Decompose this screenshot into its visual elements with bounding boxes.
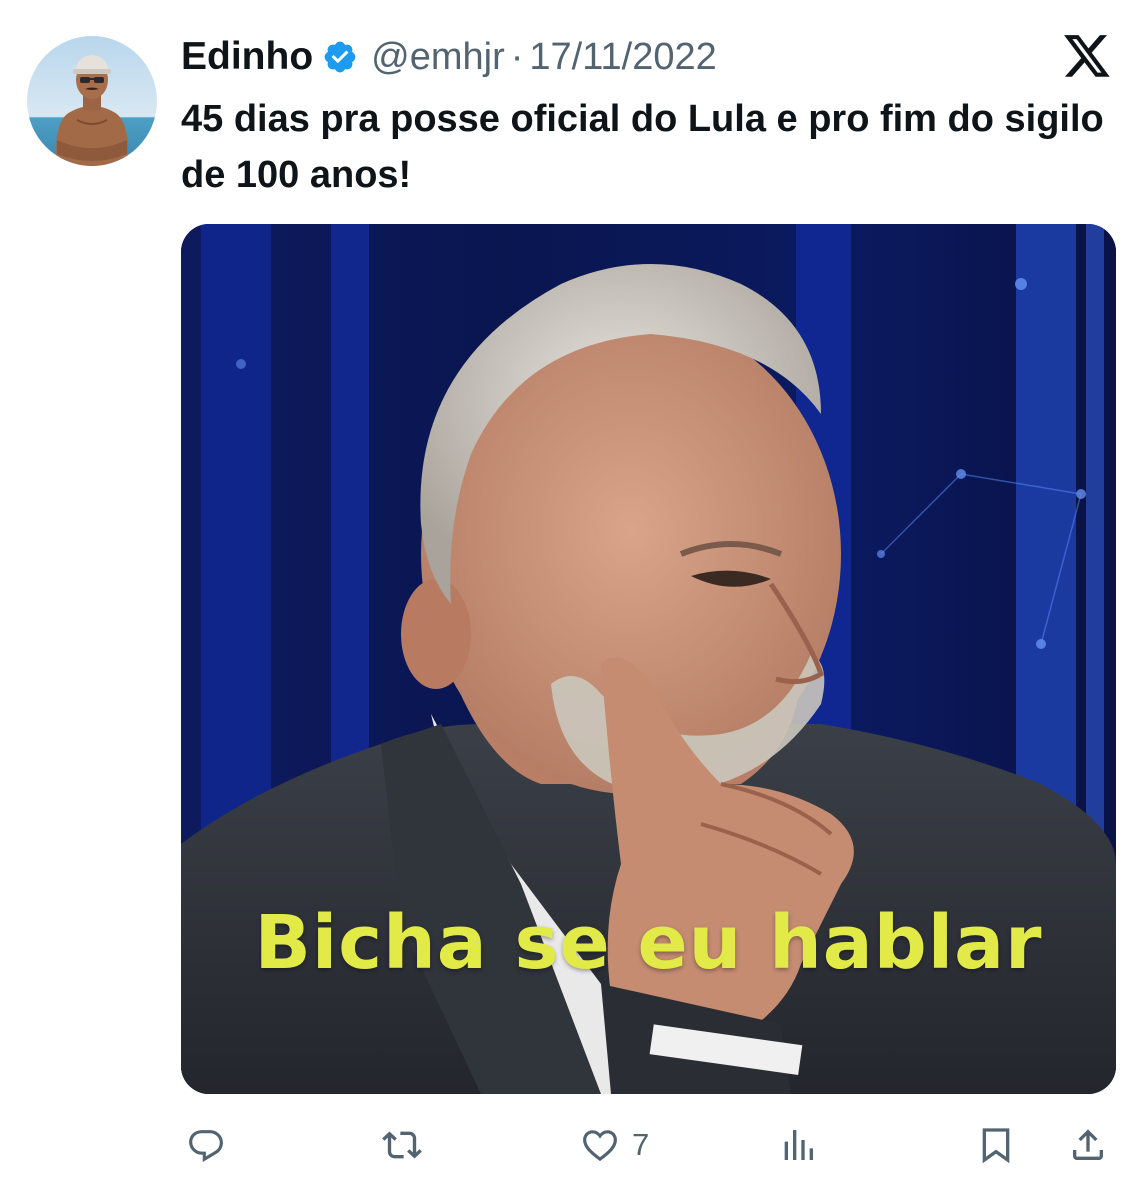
heart-icon bbox=[578, 1125, 622, 1165]
views-button[interactable] bbox=[778, 1112, 818, 1178]
share-button[interactable] bbox=[1068, 1112, 1108, 1178]
tweet-action-bar: 7 bbox=[0, 1112, 1143, 1182]
like-count: 7 bbox=[632, 1127, 650, 1162]
share-icon bbox=[1068, 1125, 1108, 1165]
tweet-header: Edinho @emhjr · 17/11/2022 bbox=[181, 30, 717, 84]
reply-icon bbox=[186, 1125, 226, 1165]
tweet-card: Edinho @emhjr · 17/11/2022 45 dias pra p… bbox=[0, 0, 1143, 1200]
bookmark-button[interactable] bbox=[976, 1112, 1016, 1178]
tweet-media-image[interactable]: Bicha se eu hablar bbox=[181, 224, 1116, 1094]
x-logo-icon[interactable] bbox=[1062, 33, 1112, 81]
like-button[interactable]: 7 bbox=[578, 1112, 649, 1178]
author-handle[interactable]: @emhjr bbox=[371, 36, 505, 79]
retweet-button[interactable] bbox=[380, 1112, 424, 1178]
separator-dot: · bbox=[510, 35, 524, 78]
tweet-date[interactable]: 17/11/2022 bbox=[529, 36, 716, 79]
bookmark-icon bbox=[976, 1125, 1016, 1165]
views-icon bbox=[778, 1125, 818, 1165]
tweet-text: 45 dias pra posse oficial do Lula e pro … bbox=[181, 98, 1104, 196]
verified-badge-icon bbox=[322, 39, 358, 75]
author-display-name[interactable]: Edinho bbox=[181, 35, 313, 79]
retweet-icon bbox=[380, 1125, 424, 1165]
reply-button[interactable] bbox=[186, 1112, 226, 1178]
media-caption: Bicha se eu hablar bbox=[254, 900, 1043, 986]
avatar[interactable] bbox=[27, 36, 157, 166]
avatar-image bbox=[27, 36, 157, 166]
